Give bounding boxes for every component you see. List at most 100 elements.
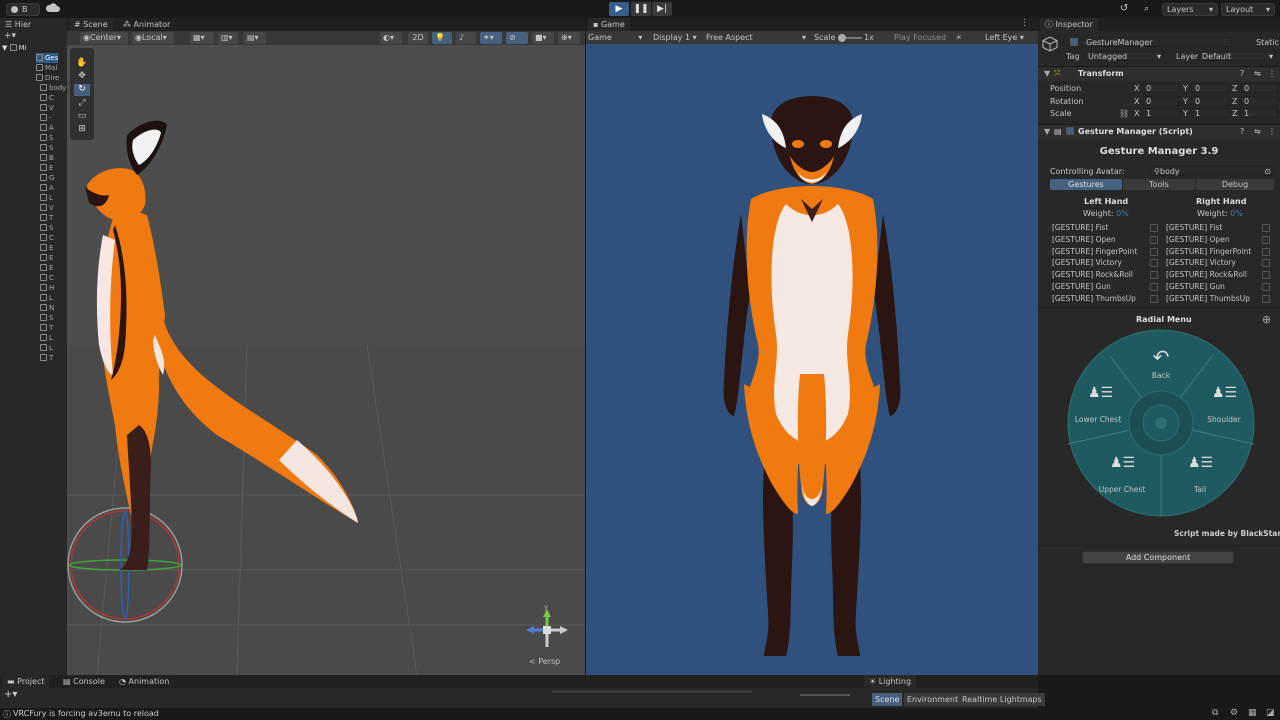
tab-hierarchy[interactable]: ☰ Hier (0, 18, 66, 31)
cloud-icon[interactable] (45, 3, 62, 15)
left-gesture-toggle[interactable] (1150, 294, 1158, 303)
tab-project[interactable]: ▬ Project (2, 675, 50, 688)
layers-dropdown[interactable]: Layers ▾ (1162, 3, 1218, 16)
left-gesture-item[interactable]: [GESTURE] Rock&Roll (1052, 270, 1133, 279)
search-icon[interactable]: ⌕ (1144, 3, 1158, 15)
layer-dropdown[interactable]: Default ▾ (1198, 51, 1276, 61)
left-gesture-item[interactable]: [GESTURE] Fist (1052, 223, 1108, 232)
camera-dropdown[interactable]: ■▾ (532, 32, 554, 44)
left-gesture-item[interactable]: [GESTURE] Victory (1052, 258, 1122, 267)
avatar-field[interactable]: ⚲body ⊙ (1150, 166, 1274, 176)
pivot-mode-dropdown[interactable]: ◉Center▾ (80, 32, 128, 44)
audio-toggle[interactable]: ♪ (456, 32, 476, 44)
right-gesture-toggle[interactable] (1262, 283, 1270, 291)
hierarchy-item[interactable]: C (40, 233, 54, 243)
tag-dropdown[interactable]: Untagged ▾ (1084, 51, 1164, 61)
display-dropdown[interactable]: Display 1 ▾ (653, 31, 697, 44)
zoom-slider[interactable] (800, 694, 850, 696)
grid-visibility-toggle[interactable]: ▥▾ (218, 32, 238, 44)
right-gesture-item[interactable]: [GESTURE] FingerPoint (1166, 247, 1251, 256)
hierarchy-item[interactable]: H (40, 283, 54, 293)
hierarchy-item[interactable]: L (40, 333, 53, 343)
transform-tool-icon[interactable]: ⊞ (74, 124, 90, 136)
pos-z-field[interactable]: 0 (1240, 83, 1278, 93)
lighting-toggle[interactable]: 💡 (432, 32, 452, 44)
preset-icon[interactable]: ⇋ (1254, 69, 1261, 78)
scl-y-field[interactable]: 1 (1191, 108, 1229, 118)
hierarchy-item[interactable]: N (40, 303, 54, 313)
lighting-tab-realtime[interactable]: Realtime Lightmaps (959, 693, 1045, 706)
hierarchy-item[interactable]: Dire (36, 73, 59, 83)
hierarchy-item[interactable]: A (40, 123, 54, 133)
effects-toggle[interactable]: ✦▾ (480, 32, 502, 44)
right-gesture-item[interactable]: [GESTURE] Fist (1166, 223, 1222, 232)
rot-x-field[interactable]: 0 (1142, 95, 1180, 106)
move-tool-icon[interactable]: ✥ (74, 71, 90, 83)
right-gesture-item[interactable]: [GESTURE] Rock&Roll (1166, 270, 1247, 279)
add-circle-icon[interactable]: ⊕ (1262, 313, 1271, 326)
game-viewport[interactable] (586, 44, 1038, 675)
tab-inspector[interactable]: ⓘ Inspector (1040, 18, 1098, 31)
menu-icon[interactable]: ⋮ (1268, 69, 1276, 78)
hierarchy-item[interactable]: S (40, 143, 53, 153)
pos-x-field[interactable]: 0 (1142, 83, 1180, 93)
play-button[interactable]: ▶ (609, 2, 629, 16)
hierarchy-item[interactable]: G (40, 173, 54, 183)
left-gesture-toggle[interactable] (1150, 224, 1158, 232)
radial-tail[interactable]: Tail (1170, 485, 1230, 494)
add-asset-button[interactable]: +▾ (4, 689, 17, 700)
hierarchy-item[interactable]: V (40, 103, 54, 113)
lighting-status-icon[interactable]: ◪ (1266, 708, 1275, 718)
radial-lower-chest[interactable]: Lower Chest (1068, 415, 1128, 424)
right-gesture-toggle[interactable] (1262, 224, 1270, 232)
sun-icon[interactable]: ☀ (955, 31, 962, 44)
hierarchy-item[interactable]: B (40, 153, 54, 163)
hierarchy-item[interactable]: S (40, 313, 53, 323)
left-gesture-toggle[interactable] (1150, 259, 1158, 268)
hierarchy-item[interactable]: C (40, 93, 54, 103)
left-gesture-item[interactable]: [GESTURE] ThumbsUp (1052, 294, 1136, 303)
radial-menu[interactable]: ↶ Back ♟☰ Lower Chest ♟☰ Shoulder ♟☰ Upp… (1060, 329, 1262, 519)
hand-tool-icon[interactable]: ✋ (74, 58, 90, 70)
step-button[interactable]: ▶| (652, 2, 672, 16)
aspect-dropdown[interactable]: Free Aspect ▾ (706, 31, 806, 44)
search-bar[interactable] (552, 690, 752, 693)
hierarchy-item[interactable]: A (40, 183, 54, 193)
scene-viewport[interactable]: y < Persp (67, 45, 585, 675)
pause-button[interactable]: ❚❚ (631, 2, 651, 16)
left-gesture-toggle[interactable] (1150, 283, 1158, 291)
scale-slider[interactable] (838, 34, 862, 42)
hierarchy-item[interactable]: T (40, 353, 53, 363)
radial-back[interactable]: Back (1131, 371, 1191, 380)
pos-y-field[interactable]: 0 (1191, 83, 1229, 93)
left-gesture-item[interactable]: [GESTURE] Open (1052, 235, 1116, 244)
right-gesture-item[interactable]: [GESTURE] Gun (1166, 282, 1225, 291)
lighting-tab-scene[interactable]: Scene (872, 693, 903, 706)
tab-lighting[interactable]: ☀ Lighting (864, 675, 917, 688)
more-options-icon[interactable]: ⋮ (1020, 18, 1029, 28)
left-gesture-toggle[interactable] (1150, 247, 1158, 256)
increment-snap-toggle[interactable]: ▤▾ (244, 32, 266, 44)
perspective-label[interactable]: < Persp (529, 657, 560, 666)
left-gesture-toggle[interactable] (1150, 271, 1158, 280)
left-gesture-item[interactable]: [GESTURE] FingerPoint (1052, 247, 1137, 256)
right-gesture-toggle[interactable] (1262, 235, 1270, 244)
hierarchy-item[interactable]: E (40, 243, 53, 253)
add-component-button[interactable]: Add Component (1082, 551, 1234, 564)
2d-toggle[interactable]: 2D (408, 32, 428, 44)
help-icon[interactable]: ? (1240, 127, 1244, 136)
hierarchy-item[interactable]: T (40, 213, 53, 223)
add-object-button[interactable]: +▾ (4, 31, 64, 42)
draw-mode-dropdown[interactable]: ◐▾ (380, 32, 402, 44)
tab-console[interactable]: ▤ Console (58, 675, 110, 688)
hierarchy-item[interactable]: body (40, 83, 66, 93)
active-checkbox[interactable] (1070, 38, 1078, 46)
hierarchy-item[interactable]: L (40, 193, 53, 203)
tab-game[interactable]: ▪ Game (588, 18, 630, 31)
debug-icon[interactable]: ⚙ (1230, 708, 1238, 718)
right-gesture-toggle[interactable] (1262, 259, 1270, 268)
tab-animation[interactable]: ◔ Animation (114, 675, 174, 688)
right-gesture-toggle[interactable] (1262, 271, 1270, 280)
radial-upper-chest[interactable]: Upper Chest (1092, 485, 1152, 494)
link-icon[interactable]: ⛓ (1119, 109, 1129, 118)
